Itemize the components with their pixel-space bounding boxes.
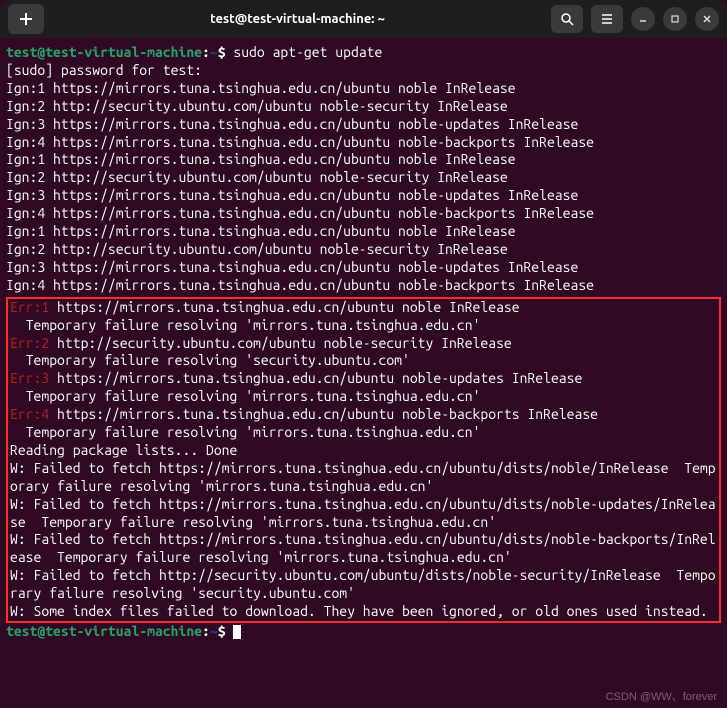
err-line: Temporary failure resolving 'security.ub… bbox=[10, 352, 717, 370]
command-text: sudo apt-get update bbox=[233, 44, 382, 60]
prompt-path: ~ bbox=[210, 623, 218, 639]
err-key: Err:1 bbox=[10, 299, 49, 315]
new-tab-button[interactable] bbox=[8, 4, 44, 34]
search-button[interactable] bbox=[551, 5, 583, 33]
error-highlight-box: Err:1 https://mirrors.tuna.tsinghua.edu.… bbox=[6, 297, 721, 623]
minimize-button[interactable] bbox=[631, 7, 655, 31]
prompt-dollar: $ bbox=[218, 44, 226, 60]
close-button[interactable] bbox=[695, 7, 719, 31]
ign-line: Ign:1 https://mirrors.tuna.tsinghua.edu.… bbox=[6, 223, 721, 241]
titlebar-controls bbox=[551, 5, 719, 33]
prompt-sep: : bbox=[202, 623, 210, 639]
err-line: Temporary failure resolving 'mirrors.tun… bbox=[10, 317, 717, 335]
ign-line: Ign:3 https://mirrors.tuna.tsinghua.edu.… bbox=[6, 259, 721, 277]
prompt-line: test@test-virtual-machine:~$ sudo apt-ge… bbox=[6, 44, 721, 62]
ign-line: Ign:3 https://mirrors.tuna.tsinghua.edu.… bbox=[6, 116, 721, 134]
err-line: Temporary failure resolving 'mirrors.tun… bbox=[10, 424, 717, 442]
maximize-button[interactable] bbox=[663, 7, 687, 31]
watermark: CSDN @WW、forever bbox=[606, 690, 717, 704]
ign-line: Ign:2 http://security.ubuntu.com/ubuntu … bbox=[6, 98, 721, 116]
reading-lists-line: Reading package lists... Done bbox=[10, 442, 717, 460]
prompt-dollar: $ bbox=[218, 623, 226, 639]
err-line: Temporary failure resolving 'mirrors.tun… bbox=[10, 388, 717, 406]
terminal-body[interactable]: test@test-virtual-machine:~$ sudo apt-ge… bbox=[0, 38, 727, 641]
prompt-user-host: test@test-virtual-machine bbox=[6, 44, 202, 60]
prompt-path: ~ bbox=[210, 44, 218, 60]
ign-line: Ign:4 https://mirrors.tuna.tsinghua.edu.… bbox=[6, 134, 721, 152]
cursor bbox=[233, 625, 241, 639]
ign-line: Ign:1 https://mirrors.tuna.tsinghua.edu.… bbox=[6, 80, 721, 98]
warning-lines: W: Failed to fetch https://mirrors.tuna.… bbox=[10, 460, 717, 621]
warning-line: W: Failed to fetch https://mirrors.tuna.… bbox=[10, 531, 717, 567]
search-icon bbox=[560, 12, 574, 26]
warning-line: W: Failed to fetch http://security.ubunt… bbox=[10, 567, 717, 603]
sudo-password-line: [sudo] password for test: bbox=[6, 62, 721, 80]
ign-line: Ign:1 https://mirrors.tuna.tsinghua.edu.… bbox=[6, 151, 721, 169]
warning-line: W: Some index files failed to download. … bbox=[10, 603, 717, 621]
menu-button[interactable] bbox=[591, 5, 623, 33]
err-line: Err:4 https://mirrors.tuna.tsinghua.edu.… bbox=[10, 406, 717, 424]
err-key: Err:2 bbox=[10, 335, 49, 351]
ign-line: Ign:3 https://mirrors.tuna.tsinghua.edu.… bbox=[6, 187, 721, 205]
prompt-user-host: test@test-virtual-machine bbox=[6, 623, 202, 639]
hamburger-icon bbox=[600, 12, 614, 26]
prompt-sep: : bbox=[202, 44, 210, 60]
warning-line: W: Failed to fetch https://mirrors.tuna.… bbox=[10, 496, 717, 532]
plus-icon bbox=[19, 12, 33, 26]
window-title: test@test-virtual-machine: ~ bbox=[52, 11, 543, 28]
err-line: Err:2 http://security.ubuntu.com/ubuntu … bbox=[10, 335, 717, 353]
minimize-icon bbox=[638, 14, 648, 24]
err-line: Err:3 https://mirrors.tuna.tsinghua.edu.… bbox=[10, 370, 717, 388]
ign-line: Ign:4 https://mirrors.tuna.tsinghua.edu.… bbox=[6, 277, 721, 295]
err-lines: Err:1 https://mirrors.tuna.tsinghua.edu.… bbox=[10, 299, 717, 442]
ign-line: Ign:4 https://mirrors.tuna.tsinghua.edu.… bbox=[6, 205, 721, 223]
ign-line: Ign:2 http://security.ubuntu.com/ubuntu … bbox=[6, 241, 721, 259]
ign-lines: Ign:1 https://mirrors.tuna.tsinghua.edu.… bbox=[6, 80, 721, 295]
warning-line: W: Failed to fetch https://mirrors.tuna.… bbox=[10, 460, 717, 496]
err-line: Err:1 https://mirrors.tuna.tsinghua.edu.… bbox=[10, 299, 717, 317]
maximize-icon bbox=[670, 14, 680, 24]
prompt-line-2: test@test-virtual-machine:~$ bbox=[6, 623, 721, 641]
err-key: Err:3 bbox=[10, 370, 49, 386]
close-icon bbox=[702, 14, 712, 24]
ign-line: Ign:2 http://security.ubuntu.com/ubuntu … bbox=[6, 169, 721, 187]
err-key: Err:4 bbox=[10, 406, 49, 422]
titlebar: test@test-virtual-machine: ~ bbox=[0, 0, 727, 38]
